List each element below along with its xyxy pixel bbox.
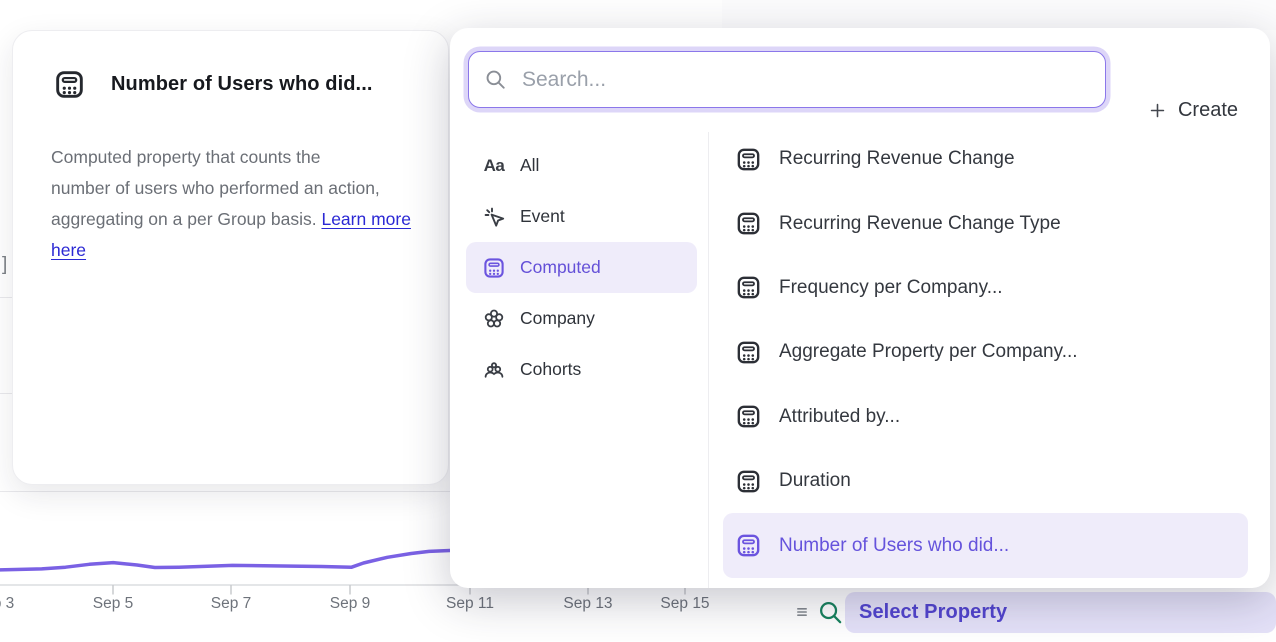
x-tick-label: Sep 9 xyxy=(330,595,371,613)
property-row[interactable]: Aggregate Property per Company... xyxy=(723,320,1248,384)
cursor-click-icon xyxy=(482,205,506,229)
category-event[interactable]: Event xyxy=(466,191,697,242)
x-tick-label: Sep 11 xyxy=(446,595,494,613)
calculator-icon xyxy=(735,403,762,430)
select-property-field[interactable]: Select Property xyxy=(845,592,1276,633)
calculator-icon xyxy=(735,532,762,559)
chart-type-tabbar xyxy=(722,0,1276,30)
x-tick-label: Sep 15 xyxy=(660,595,709,613)
calculator-icon xyxy=(735,210,762,237)
category-company[interactable]: Company xyxy=(466,293,697,344)
property-row[interactable]: Recurring Revenue Change xyxy=(723,127,1248,191)
create-button[interactable]: Create xyxy=(1148,92,1238,128)
search-icon[interactable] xyxy=(817,599,844,626)
x-tick-label: Sep 3 xyxy=(0,595,14,613)
property-row[interactable]: Recurring Revenue Change Type xyxy=(723,191,1248,255)
search-input[interactable] xyxy=(520,67,1090,93)
calculator-icon xyxy=(735,274,762,301)
property-row[interactable]: Duration xyxy=(723,449,1248,513)
panel-divider xyxy=(708,132,709,588)
search-icon xyxy=(484,68,507,91)
category-list: Aa All Event Computed Company Cohorts xyxy=(466,140,697,395)
property-row[interactable]: Frequency per Company... xyxy=(723,256,1248,320)
bg-divider xyxy=(0,297,12,298)
bg-divider xyxy=(0,393,12,394)
property-list: Recurring Revenue Change Recurring Reven… xyxy=(723,127,1248,578)
x-tick-label: Sep 7 xyxy=(211,595,252,613)
plus-icon xyxy=(1148,101,1167,120)
tooltip-description: Computed property that counts thenumber … xyxy=(51,142,413,266)
search-box xyxy=(468,51,1106,108)
screen: ] Sep 3 Sep 5 Sep 7 Sep 9 Sep 11 Sep 13 Sep 15… xyxy=(0,0,1276,642)
drag-handle-icon[interactable] xyxy=(792,602,812,622)
calculator-icon xyxy=(482,256,506,280)
select-property-label: Select Property xyxy=(859,601,1007,624)
text-aa-icon: Aa xyxy=(482,156,506,176)
property-tooltip-card: Number of Users who did... Computed prop… xyxy=(12,30,449,485)
property-row-selected[interactable]: Number of Users who did... xyxy=(723,513,1248,577)
calculator-icon xyxy=(735,146,762,173)
x-axis-labels: Sep 3 Sep 5 Sep 7 Sep 9 Sep 11 Sep 13 Sep 15 xyxy=(0,595,770,619)
company-icon xyxy=(482,307,506,331)
x-tick-label: Sep 13 xyxy=(563,595,612,613)
tooltip-header: Number of Users who did... xyxy=(53,68,373,101)
x-tick-label: Sep 5 xyxy=(93,595,134,613)
cohorts-icon xyxy=(482,358,506,382)
tooltip-title: Number of Users who did... xyxy=(111,73,373,96)
calculator-icon xyxy=(735,468,762,495)
calculator-icon xyxy=(53,68,86,101)
property-picker-panel: Create Aa All Event Computed Company Coh… xyxy=(450,28,1270,588)
property-row[interactable]: Attributed by... xyxy=(723,385,1248,449)
clipped-text-fragment: ] xyxy=(2,254,7,276)
category-computed[interactable]: Computed xyxy=(466,242,697,293)
category-cohorts[interactable]: Cohorts xyxy=(466,344,697,395)
category-all[interactable]: Aa All xyxy=(466,140,697,191)
calculator-icon xyxy=(735,339,762,366)
